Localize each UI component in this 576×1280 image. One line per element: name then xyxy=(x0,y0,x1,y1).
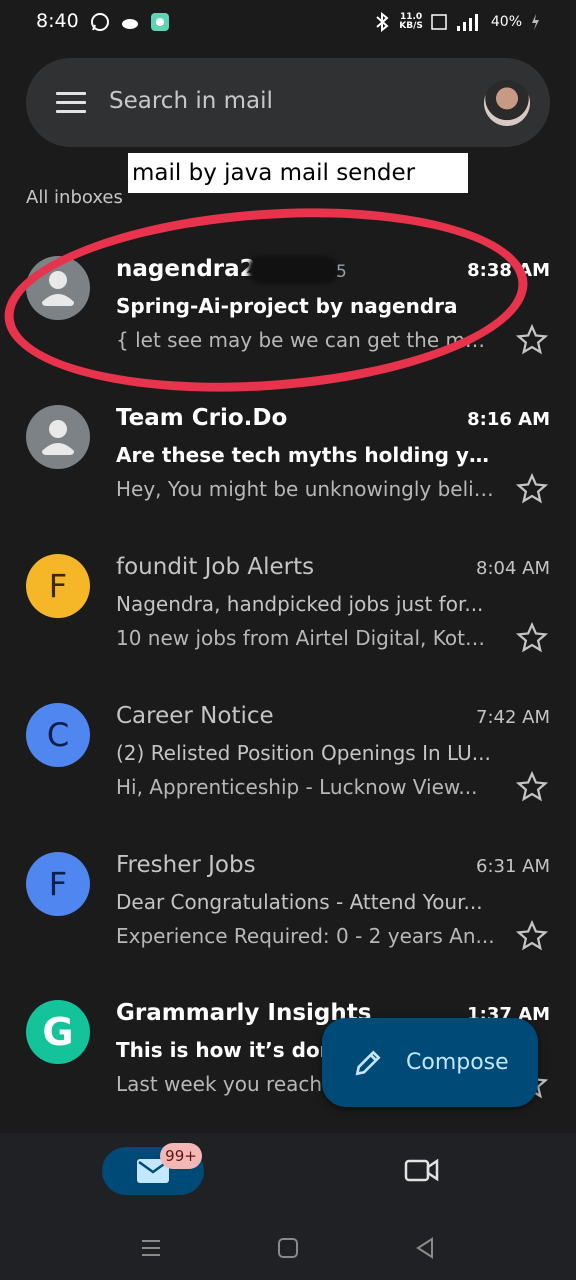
email-row[interactable]: F Fresher Jobs 6:31 AM Dear Congratulati… xyxy=(0,852,576,982)
avatar: C xyxy=(26,703,90,767)
back-icon[interactable] xyxy=(410,1233,440,1263)
bluetooth-icon xyxy=(376,12,389,32)
redaction-mark xyxy=(248,256,338,284)
battery-charging-icon xyxy=(532,14,539,30)
star-icon[interactable] xyxy=(516,473,548,505)
whatsapp-icon xyxy=(91,13,109,31)
sender-tail: 5 xyxy=(336,262,347,282)
avatar xyxy=(26,256,90,320)
email-row[interactable]: Team Crio.Do 8:16 AM Are these tech myth… xyxy=(0,405,576,535)
email-subject: Dear Congratulations - Attend Your... xyxy=(116,890,483,914)
signal-icon xyxy=(456,14,478,31)
avatar-letter: C xyxy=(46,716,70,754)
person-icon xyxy=(42,420,74,455)
email-sender: foundit Job Alerts xyxy=(116,554,315,580)
email-snippet: Experience Required: 0 - 2 years An... xyxy=(116,924,495,948)
grammarly-logo: G xyxy=(26,1000,90,1064)
email-sender: Team Crio.Do xyxy=(116,405,288,431)
account-avatar[interactable] xyxy=(484,80,530,126)
email-time: 7:42 AM xyxy=(476,707,550,728)
email-snippet: Hey, You might be unknowingly belie... xyxy=(116,477,496,501)
star-icon[interactable] xyxy=(516,622,548,654)
avatar xyxy=(26,405,90,469)
email-subject: Spring-Ai-project by nagendra xyxy=(116,294,458,318)
app-notification-icon xyxy=(151,13,169,31)
status-bar: 8:40 11.0 KB/S 40% xyxy=(0,0,576,48)
email-row[interactable]: nagendra2 5 8:38 AM Spring-Ai-project by… xyxy=(0,256,576,386)
unread-badge: 99+ xyxy=(160,1143,202,1169)
cloud-icon xyxy=(122,19,138,29)
email-time: 8:04 AM xyxy=(476,558,550,579)
email-subject: Nagendra, handpicked jobs just for... xyxy=(116,592,484,616)
avatar: F xyxy=(26,554,90,618)
star-icon[interactable] xyxy=(516,771,548,803)
email-snippet: Hi, Apprenticeship - Lucknow View... xyxy=(116,775,478,799)
home-icon[interactable] xyxy=(273,1233,303,1263)
email-subject: Are these tech myths holding yo... xyxy=(116,443,496,467)
compose-button[interactable]: Compose xyxy=(322,1018,538,1107)
status-time: 8:40 xyxy=(36,10,79,32)
email-snippet: 10 new jobs from Airtel Digital, Kota... xyxy=(116,626,496,650)
avatar-letter: F xyxy=(48,865,68,903)
email-time: 8:38 AM xyxy=(467,260,550,281)
email-time: 6:31 AM xyxy=(476,856,550,877)
pencil-icon xyxy=(355,1049,381,1075)
search-input[interactable]: Search in mail xyxy=(109,88,273,114)
network-speed: 11.0 KB/S xyxy=(399,13,423,31)
email-time: 8:16 AM xyxy=(467,409,550,430)
avatar: F xyxy=(26,852,90,916)
star-icon[interactable] xyxy=(516,324,548,356)
avatar-letter: G xyxy=(42,1010,74,1054)
email-sender: Fresher Jobs xyxy=(116,852,256,878)
email-row[interactable]: C Career Notice 7:42 AM (2) Relisted Pos… xyxy=(0,703,576,833)
email-snippet: { let see may be we can get the ma... xyxy=(116,328,496,352)
recent-apps-icon[interactable] xyxy=(136,1233,166,1263)
avatar-letter: F xyxy=(48,567,68,605)
email-row[interactable]: F foundit Job Alerts 8:04 AM Nagendra, h… xyxy=(0,554,576,684)
search-bar[interactable]: Search in mail xyxy=(26,58,550,147)
email-subject: (2) Relisted Position Openings In LU... xyxy=(116,741,491,765)
email-sender: Career Notice xyxy=(116,703,274,729)
notification-icons xyxy=(90,12,170,32)
video-camera-icon[interactable] xyxy=(404,1155,440,1185)
star-icon[interactable] xyxy=(516,920,548,952)
section-label: All inboxes xyxy=(26,187,123,208)
bottom-nav: 99+ xyxy=(0,1133,576,1280)
person-icon xyxy=(42,271,74,306)
battery-percent: 40% xyxy=(490,14,522,30)
annotation-label: mail by java mail sender xyxy=(128,153,468,193)
volte-icon xyxy=(431,14,447,30)
menu-icon[interactable] xyxy=(56,92,86,119)
net-speed-unit: KB/S xyxy=(399,21,423,31)
email-sender: nagendra2 xyxy=(116,256,256,282)
compose-label: Compose xyxy=(406,1050,509,1075)
system-status: 11.0 KB/S 40% xyxy=(373,12,540,32)
